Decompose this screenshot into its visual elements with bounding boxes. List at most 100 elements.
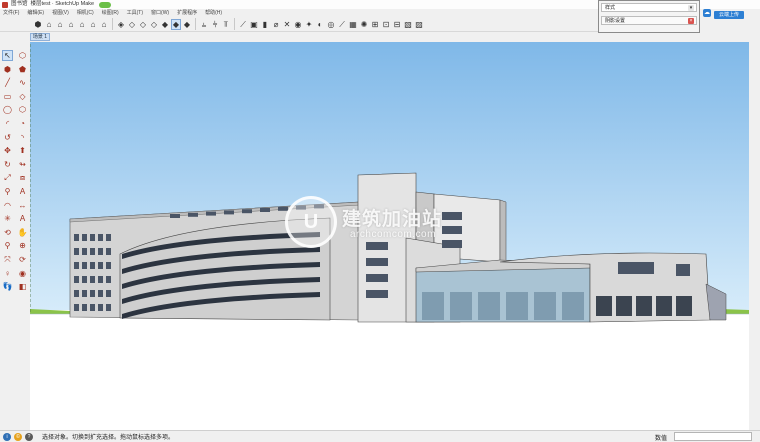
freehand-icon[interactable]: ∿ <box>17 77 28 88</box>
arc-icon[interactable]: ◜ <box>2 118 13 129</box>
status-pill-icon[interactable] <box>99 1 112 8</box>
menu-item[interactable]: 窗口(W) <box>151 9 169 17</box>
tape-measure-icon[interactable]: ⚲ <box>2 186 13 197</box>
info-icon[interactable]: i <box>3 432 11 441</box>
model-viewport[interactable]: U 建筑加油站 archcomcom.com <box>30 42 749 430</box>
line-icon[interactable]: ╱ <box>2 77 13 88</box>
menu-item[interactable]: 编辑(E) <box>27 9 44 17</box>
plugin-13-icon[interactable]: ⊞ <box>370 19 380 30</box>
menu-item[interactable]: 工具(T) <box>127 9 143 17</box>
window <box>676 264 690 276</box>
wireframe-icon[interactable]: ◇ <box>138 19 148 30</box>
shaded-icon[interactable]: ◆ <box>160 19 170 30</box>
plugin-7-icon[interactable]: ✦ <box>304 19 314 30</box>
xray-icon[interactable]: ◈ <box>116 19 126 30</box>
dimension-icon[interactable]: ↔ <box>17 200 28 211</box>
measurements-input[interactable] <box>674 432 752 441</box>
front-view-icon[interactable]: ⌂ <box>66 19 76 30</box>
scene-tab[interactable]: 场景 1 <box>30 33 50 41</box>
right-view-icon[interactable]: ⌂ <box>77 19 87 30</box>
section-plane-icon[interactable]: ◧ <box>17 281 28 292</box>
plugin-14-icon[interactable]: ⊡ <box>381 19 391 30</box>
polygon-icon[interactable]: ⬡ <box>17 104 28 115</box>
shaded-textures-icon[interactable]: ◆ <box>171 18 181 30</box>
arc2-icon[interactable]: ◝ <box>17 132 28 143</box>
previous-view-icon[interactable]: ⟳ <box>17 254 28 265</box>
look-around-icon[interactable]: ◉ <box>17 268 28 279</box>
top-view-icon[interactable]: ⌂ <box>55 19 65 30</box>
plugin-12-icon[interactable]: ✺ <box>359 19 369 30</box>
eraser-icon[interactable]: ⬡ <box>17 50 28 61</box>
plugin-17-icon[interactable]: ▨ <box>414 19 424 30</box>
make-component-icon[interactable]: ⬢ <box>2 64 13 75</box>
cloud-icon[interactable]: ☁ <box>703 9 711 17</box>
scale-icon[interactable]: ⤢ <box>2 172 13 183</box>
monochrome-icon[interactable]: ◆ <box>182 19 192 30</box>
window <box>82 262 87 269</box>
rectangle-icon[interactable]: ▭ <box>2 91 13 102</box>
close-icon[interactable]: × <box>688 18 694 24</box>
move-icon[interactable]: ✥ <box>2 145 13 156</box>
cloud-upload-button[interactable]: 云端上传 <box>714 11 744 19</box>
zoom-icon[interactable]: ⚲ <box>2 240 13 251</box>
position-camera-icon[interactable]: ♀ <box>2 268 13 279</box>
rotate-icon[interactable]: ↻ <box>2 159 13 170</box>
arc3-icon[interactable]: ↺ <box>2 132 13 143</box>
menu-item[interactable]: 文件(F) <box>3 9 19 17</box>
plugin-15-icon[interactable]: ⊟ <box>392 19 402 30</box>
zoom-extents-icon[interactable]: ⤧ <box>2 254 13 265</box>
push-pull-icon[interactable]: ⬆ <box>17 145 28 156</box>
vertical-scroll-area[interactable] <box>749 42 760 430</box>
follow-me-icon[interactable]: ↬ <box>17 159 28 170</box>
back-edges-icon[interactable]: ◇ <box>127 19 137 30</box>
pie-icon[interactable]: ◔ <box>17 118 28 129</box>
menu-item[interactable]: 视图(V) <box>52 9 69 17</box>
menu-item[interactable]: 帮助(H) <box>205 9 222 17</box>
tray-shadows-row[interactable]: 阴影设置 × <box>601 16 697 25</box>
walk-icon[interactable]: 👣 <box>2 281 13 292</box>
paint-bucket-icon[interactable]: ⬟ <box>17 64 28 75</box>
align-left-icon[interactable]: ⫨ <box>199 19 209 30</box>
menu-item[interactable]: 相机(C) <box>77 9 94 17</box>
collapse-icon[interactable]: ▾ <box>688 5 694 11</box>
plugin-3-icon[interactable]: ▮ <box>260 19 270 30</box>
credit-icon[interactable]: © <box>14 432 22 441</box>
tray-styles-row[interactable]: 样式 ▾ <box>601 3 697 12</box>
window <box>98 276 103 283</box>
plugin-6-icon[interactable]: ◉ <box>293 19 303 30</box>
plugin-8-icon[interactable]: ◐ <box>315 19 325 30</box>
back-view-icon[interactable]: ⌂ <box>88 19 98 30</box>
plugin-4-icon[interactable]: ⌀ <box>271 19 281 30</box>
orbit-icon[interactable]: ⟲ <box>2 227 13 238</box>
left-view-icon[interactable]: ⌂ <box>99 19 109 30</box>
align-center-icon[interactable]: ⫩ <box>210 19 220 30</box>
window <box>90 276 95 283</box>
circle-icon[interactable]: ◯ <box>2 104 13 115</box>
3d-text-icon[interactable]: A <box>17 213 28 224</box>
plugin-10-icon[interactable]: ⟋ <box>337 19 347 30</box>
component-icon[interactable]: ⬢ <box>33 19 43 30</box>
hidden-line-icon[interactable]: ◇ <box>149 19 159 30</box>
rotated-rect-icon[interactable]: ◇ <box>17 91 28 102</box>
protractor-icon[interactable]: ◠ <box>2 200 13 211</box>
menu-item[interactable]: 扩展程序 <box>177 9 197 17</box>
plugin-5-icon[interactable]: ✕ <box>282 19 292 30</box>
plugin-16-icon[interactable]: ▧ <box>403 19 413 30</box>
window <box>170 214 180 218</box>
plugin-2-icon[interactable]: ▣ <box>249 19 259 30</box>
axes-icon[interactable]: ✳ <box>2 213 13 224</box>
ground <box>30 310 749 430</box>
iso-view-icon[interactable]: ⌂ <box>44 19 54 30</box>
plugin-9-icon[interactable]: ◎ <box>326 19 336 30</box>
select-icon[interactable]: ↖ <box>2 50 13 61</box>
plugin-1-icon[interactable]: ⟋ <box>238 19 248 30</box>
plugin-11-icon[interactable]: ▦ <box>348 19 358 30</box>
status-message: 选择对象。切换到扩充选择。拖动鼠标选择多项。 <box>42 435 175 441</box>
offset-icon[interactable]: ⧈ <box>17 172 28 183</box>
pan-icon[interactable]: ✋ <box>17 227 28 238</box>
align-right-icon[interactable]: ⫪ <box>221 19 231 30</box>
menu-item[interactable]: 绘图(R) <box>102 9 119 17</box>
help-icon[interactable]: ? <box>25 432 33 441</box>
zoom-window-icon[interactable]: ⊕ <box>17 240 28 251</box>
text-icon[interactable]: A <box>17 186 28 197</box>
